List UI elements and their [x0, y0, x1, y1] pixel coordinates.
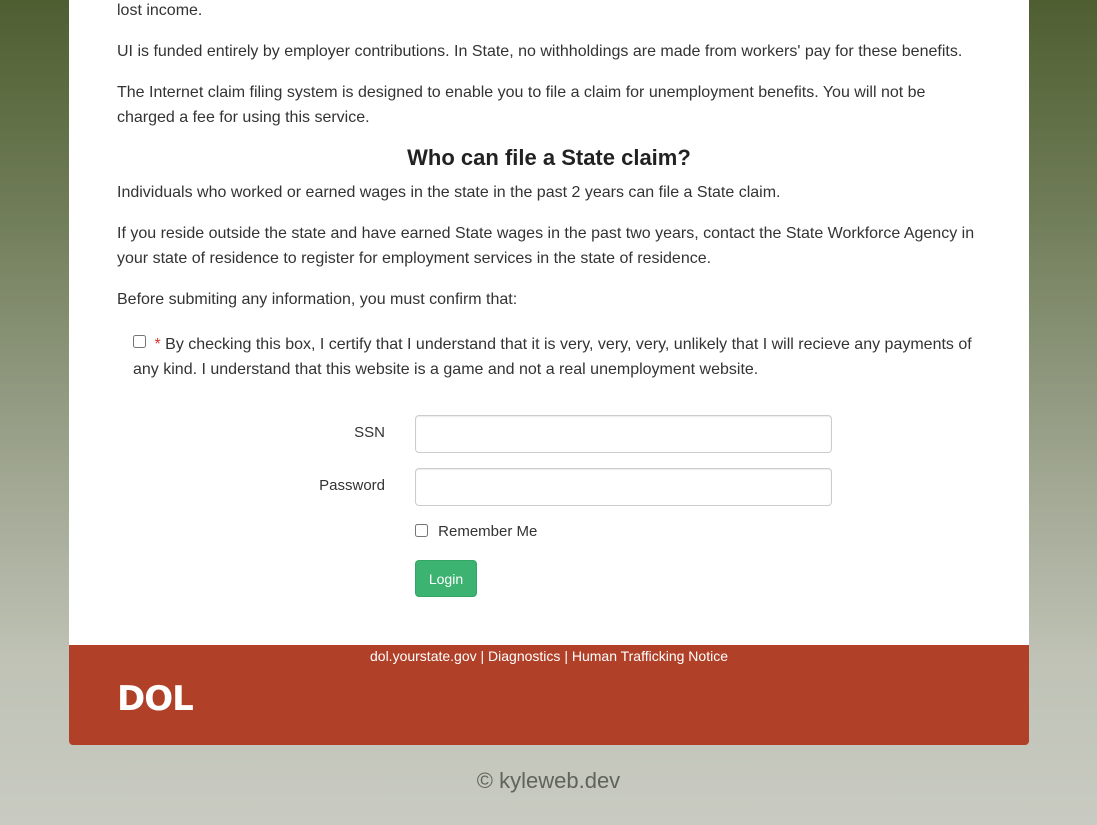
password-label: Password: [319, 477, 385, 494]
password-input[interactable]: [415, 468, 832, 506]
copyright-text: © kyleweb.dev: [476, 768, 621, 793]
remember-me-label: Remember Me: [438, 523, 538, 540]
lost-income-text: lost income.: [117, 2, 203, 19]
before-submit-text: Before submiting any information, you mu…: [117, 291, 518, 308]
required-asterisk: *: [154, 336, 161, 353]
individuals-text: Individuals who worked or earned wages i…: [117, 184, 781, 201]
certify-block: * By checking this box, I certify that I…: [133, 332, 983, 382]
ui-funding-text: UI is funded entirely by employer contri…: [117, 43, 963, 60]
ssn-input[interactable]: [415, 415, 832, 453]
footer-link-dol-site[interactable]: dol.yourstate.gov: [370, 648, 477, 664]
login-button[interactable]: Login: [415, 560, 477, 597]
footer-link-human-trafficking[interactable]: Human Trafficking Notice: [572, 648, 728, 664]
reside-outside-text: If you reside outside the state and have…: [117, 225, 975, 267]
remember-me-checkbox[interactable]: [415, 524, 428, 537]
footer-links: dol.yourstate.gov | Diagnostics | Human …: [69, 648, 1029, 664]
footer-separator: |: [564, 648, 568, 664]
internet-system-text: The Internet claim filing system is desi…: [117, 84, 926, 126]
certify-checkbox[interactable]: [133, 335, 146, 348]
footer-separator: |: [480, 648, 485, 664]
footer: dol.yourstate.gov | Diagnostics | Human …: [69, 645, 1029, 745]
ssn-label: SSN: [354, 424, 385, 441]
footer-link-diagnostics[interactable]: Diagnostics: [488, 648, 560, 664]
dol-logo: DOL: [117, 679, 194, 719]
main-card: lost income. UI is funded entirely by em…: [69, 0, 1029, 645]
certify-text: By checking this box, I certify that I u…: [133, 336, 972, 378]
who-can-file-heading: Who can file a State claim?: [407, 145, 691, 170]
remember-me-row: Remember Me: [415, 523, 537, 540]
